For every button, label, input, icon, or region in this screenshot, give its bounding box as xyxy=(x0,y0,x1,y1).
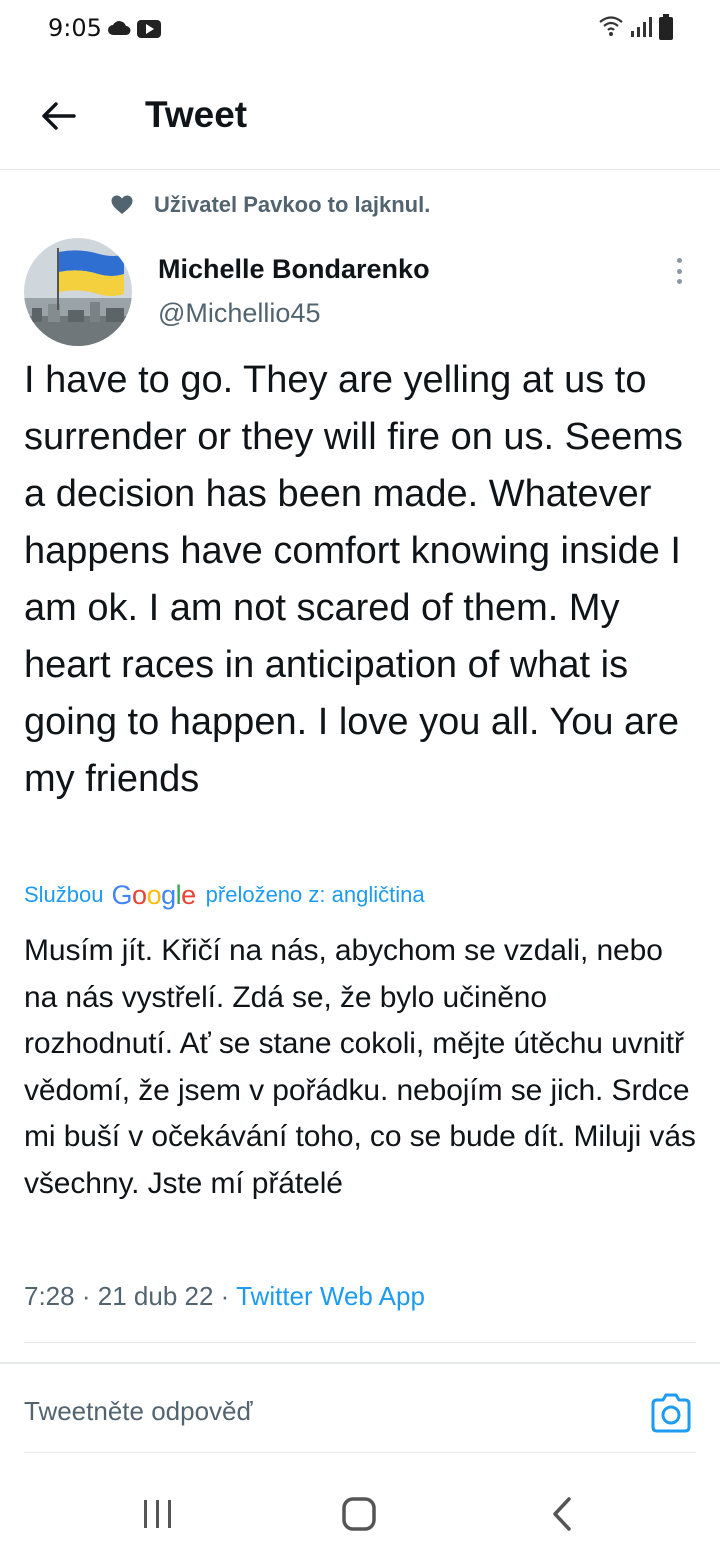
tweet-time[interactable]: 7:28 xyxy=(24,1281,75,1311)
google-logo: Google xyxy=(111,879,197,910)
translation-suffix: přeloženo z: angličtina xyxy=(205,882,425,907)
camera-icon xyxy=(651,1393,691,1433)
status-time: 9:05 xyxy=(48,14,102,42)
back-nav-icon[interactable] xyxy=(550,1496,574,1532)
back-button[interactable] xyxy=(30,88,86,144)
translation-prefix: Službou xyxy=(24,882,104,907)
tweet-text: I have to go. They are yelling at us to … xyxy=(24,359,683,800)
app-header: Tweet xyxy=(0,60,720,170)
social-context[interactable]: Uživatel Pavkoo to lajknul. xyxy=(110,190,430,220)
avatar[interactable] xyxy=(24,238,132,346)
status-bar: 9:05 xyxy=(0,0,720,60)
more-dot-icon xyxy=(676,279,682,284)
meta-separator: · xyxy=(220,1281,230,1311)
battery-icon xyxy=(659,14,673,40)
system-nav-bar xyxy=(0,1470,720,1560)
signal-icon xyxy=(631,17,652,37)
page-title: Tweet xyxy=(145,94,248,135)
divider xyxy=(24,1342,696,1343)
meta-separator: · xyxy=(81,1281,91,1311)
divider xyxy=(0,1362,720,1364)
camera-button[interactable] xyxy=(649,1392,693,1434)
reply-input[interactable]: Tweetněte odpověď xyxy=(24,1396,624,1436)
translated-text: Musím jít. Křičí na nás, abychom se vzda… xyxy=(24,934,696,1200)
tweet-source[interactable]: Twitter Web App xyxy=(236,1281,425,1311)
more-options-button[interactable] xyxy=(664,254,694,288)
tweet-meta: 7:28 · 21 dub 22 · Twitter Web App xyxy=(24,1281,425,1312)
more-dot-icon xyxy=(676,258,682,263)
recent-apps-icon[interactable] xyxy=(142,1498,174,1530)
tweet-date[interactable]: 21 dub 22 xyxy=(98,1281,214,1311)
ukraine-flag-avatar-image xyxy=(24,238,132,346)
author-name[interactable]: Michelle Bondarenko xyxy=(158,254,430,285)
home-icon[interactable] xyxy=(341,1496,377,1532)
more-dot-icon xyxy=(676,268,682,274)
youtube-icon xyxy=(137,20,161,38)
social-context-text: Uživatel Pavkoo to lajknul. xyxy=(154,192,431,217)
arrow-left-icon xyxy=(42,102,76,130)
author-handle[interactable]: @Michellio45 xyxy=(158,298,320,329)
cloud-icon xyxy=(108,21,131,35)
wifi-icon xyxy=(599,16,623,36)
divider xyxy=(24,1452,696,1453)
heart-icon xyxy=(111,195,133,214)
translation-attribution[interactable]: Službou Google přeloženo z: angličtina xyxy=(24,878,425,912)
